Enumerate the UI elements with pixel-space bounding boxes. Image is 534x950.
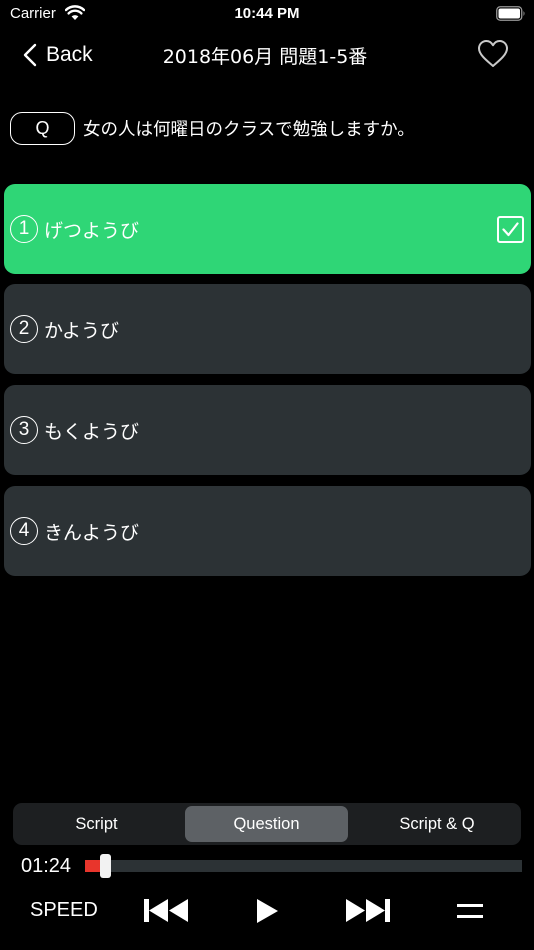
segment-script[interactable]: Script bbox=[16, 806, 177, 842]
segment-question[interactable]: Question bbox=[185, 806, 348, 842]
choice-number: 3 bbox=[10, 416, 38, 444]
page-title: 2018年06月 問題1-5番 bbox=[162, 46, 368, 68]
question-text: 女の人は何曜日のクラスで勉強しますか。 bbox=[83, 120, 415, 140]
choice-label: きんようび bbox=[44, 521, 140, 544]
question-badge: Q bbox=[10, 112, 75, 145]
back-label: Back bbox=[46, 43, 93, 66]
status-bar: Carrier 10:44 PM bbox=[0, 0, 534, 30]
skip-forward-icon[interactable] bbox=[344, 897, 392, 924]
choice-number: 4 bbox=[10, 517, 38, 545]
choice-label: かようび bbox=[44, 319, 120, 342]
menu-icon[interactable] bbox=[456, 901, 484, 921]
segment-script-and-q[interactable]: Script & Q bbox=[356, 806, 518, 842]
status-time: 10:44 PM bbox=[234, 5, 300, 22]
choice-1[interactable]: 1 げつようび bbox=[4, 184, 531, 274]
check-icon bbox=[497, 216, 524, 243]
heart-icon[interactable] bbox=[476, 37, 510, 71]
view-mode-segmented-control: Script Question Script & Q bbox=[13, 803, 521, 845]
choice-label: げつようび bbox=[44, 219, 140, 242]
choice-3[interactable]: 3 もくようび bbox=[4, 385, 531, 475]
question-row: Q 女の人は何曜日のクラスで勉強しますか。 bbox=[10, 112, 530, 145]
choice-4[interactable]: 4 きんようび bbox=[4, 486, 531, 576]
progress-knob[interactable] bbox=[99, 854, 111, 878]
navigation-bar: Back 2018年06月 問題1-5番 bbox=[0, 30, 534, 80]
back-button[interactable]: Back bbox=[22, 40, 93, 70]
elapsed-time: 01:24 bbox=[21, 855, 72, 877]
choice-number: 1 bbox=[10, 215, 38, 243]
progress-slider[interactable] bbox=[85, 854, 522, 878]
choice-label: もくようび bbox=[44, 420, 140, 443]
choice-number: 2 bbox=[10, 315, 38, 343]
battery-icon bbox=[496, 6, 525, 21]
speed-button[interactable]: SPEED bbox=[30, 899, 98, 922]
choice-2[interactable]: 2 かようび bbox=[4, 284, 531, 374]
play-icon[interactable] bbox=[254, 897, 280, 925]
skip-back-icon[interactable] bbox=[142, 897, 190, 924]
chevron-left-icon bbox=[23, 43, 37, 67]
